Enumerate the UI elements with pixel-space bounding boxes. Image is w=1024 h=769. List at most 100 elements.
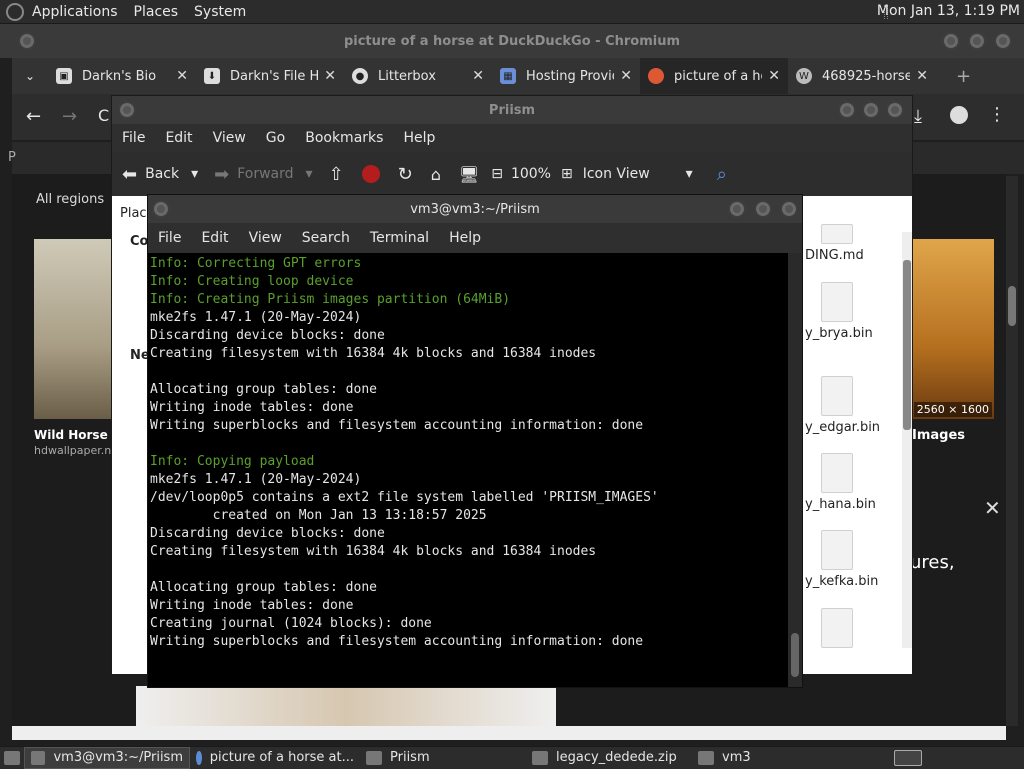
window-menu-icon[interactable]	[152, 200, 170, 218]
search-icon[interactable]: ⌕	[717, 164, 727, 185]
taskbar-item-chromium[interactable]: picture of a horse at...	[190, 747, 360, 769]
view-mode-select[interactable]: Icon View	[583, 166, 650, 182]
region-filter[interactable]: All regions	[36, 192, 104, 207]
stop-icon[interactable]	[361, 165, 380, 183]
file-item[interactable]: y_edgar.bin	[805, 376, 915, 435]
minimize-icon[interactable]	[838, 101, 856, 119]
reload-icon[interactable]: ↻	[398, 164, 413, 185]
maximize-icon[interactable]	[862, 101, 880, 119]
file-item[interactable]	[805, 608, 915, 652]
chromium-titlebar[interactable]: picture of a horse at DuckDuckGo - Chrom…	[0, 24, 1024, 58]
taskbar-item-terminal[interactable]: vm3@vm3:~/Priism	[24, 746, 190, 769]
tab-close-icon[interactable]: ✕	[324, 68, 336, 84]
tab-duckduckgo[interactable]: picture of a ho ✕	[640, 58, 788, 94]
system-menu[interactable]: System	[186, 4, 254, 20]
up-icon[interactable]: ⇧	[329, 164, 344, 185]
terminal-icon	[31, 750, 46, 765]
terminal-line: Writing inode tables: done	[150, 400, 354, 415]
computer-icon[interactable]: 🖥	[459, 165, 479, 184]
workspace-switcher[interactable]	[888, 747, 928, 769]
tab-list-chevron-icon[interactable]: ⌄	[12, 69, 48, 83]
panel-close-icon[interactable]: ✕	[984, 496, 1001, 520]
tab-horse-image[interactable]: W 468925-horse ✕	[788, 58, 936, 94]
page-horizontal-scrollbar[interactable]	[12, 726, 1006, 740]
menu-bookmarks[interactable]: Bookmarks	[295, 130, 393, 146]
folder-icon	[366, 750, 382, 765]
tab-close-icon[interactable]: ✕	[768, 68, 780, 84]
tab-close-icon[interactable]: ✕	[472, 68, 484, 84]
file-item[interactable]: DING.md	[805, 224, 915, 263]
menu-file[interactable]: File	[112, 130, 155, 146]
view-mode-chevron-icon[interactable]: ▾	[686, 166, 693, 182]
maximize-icon[interactable]	[754, 200, 772, 218]
tab-darkns-bio[interactable]: ▣ Darkn's Bio ✕	[48, 58, 196, 94]
clock[interactable]: Mon Jan 13, 1:19 PM	[877, 3, 1020, 19]
menu-search[interactable]: Search	[292, 230, 360, 246]
menu-file[interactable]: File	[148, 230, 191, 246]
terminal-line: Info: Copying payload	[150, 454, 315, 469]
zoom-in-icon[interactable]: ⊞	[561, 166, 573, 182]
terminal-menubar: File Edit View Search Terminal Help	[148, 223, 802, 253]
forward-arrow-icon[interactable]: →	[62, 106, 77, 127]
close-icon[interactable]	[994, 32, 1012, 50]
minimize-icon[interactable]	[728, 200, 746, 218]
tab-litterbox[interactable]: ● Litterbox ✕	[344, 58, 492, 94]
zoom-level[interactable]: 100%	[511, 166, 551, 182]
terminal-scrollbar[interactable]	[788, 253, 802, 687]
new-tab-button[interactable]: +	[956, 66, 971, 87]
close-icon[interactable]	[886, 101, 904, 119]
terminal-line: Writing inode tables: done	[150, 598, 354, 613]
back-arrow-icon[interactable]: ←	[26, 106, 41, 127]
tab-darkns-file-host[interactable]: ⬇ Darkn's File Ho ✕	[196, 58, 344, 94]
taskbar-item-priism[interactable]: Priism	[360, 747, 526, 769]
image-result-wild-horse[interactable]	[34, 239, 114, 419]
menu-help[interactable]: Help	[439, 230, 491, 246]
menu-edit[interactable]: Edit	[191, 230, 238, 246]
menu-kebab-icon[interactable]: ⋮	[988, 104, 1006, 125]
distro-logo-icon[interactable]	[6, 2, 24, 21]
forward-history-chevron-icon[interactable]: ▾	[306, 166, 313, 182]
terminal-line: Info: Correcting GPT errors	[150, 256, 362, 271]
taskbar-item-vm3[interactable]: vm3	[692, 747, 858, 769]
tab-hosting-provider[interactable]: ▦ Hosting Provid ✕	[492, 58, 640, 94]
file-item[interactable]: y_hana.bin	[805, 453, 915, 512]
file-item[interactable]: y_kefka.bin	[805, 530, 915, 589]
applications-menu[interactable]: Applications	[24, 4, 126, 20]
terminal-scrollbar-thumb[interactable]	[791, 633, 799, 677]
window-menu-icon[interactable]	[118, 101, 136, 119]
minimize-icon[interactable]	[942, 32, 960, 50]
places-menu[interactable]: Places	[126, 4, 187, 20]
terminal-titlebar[interactable]: vm3@vm3:~/Priism	[148, 195, 802, 223]
menu-go[interactable]: Go	[256, 130, 295, 146]
terminal-output[interactable]: Info: Correcting GPT errors Info: Creatin…	[148, 253, 788, 687]
menu-edit[interactable]: Edit	[155, 130, 202, 146]
reload-icon[interactable]: C	[98, 106, 109, 125]
taskbar-item-legacy-dedede[interactable]: legacy_dedede.zip	[526, 747, 692, 769]
close-icon[interactable]	[780, 200, 798, 218]
image-result-title-right[interactable]: Images	[912, 428, 965, 443]
tab-close-icon[interactable]: ✕	[176, 68, 188, 84]
forward-button[interactable]: ➡ Forward	[214, 164, 293, 185]
bookmark-fragment[interactable]: P	[8, 150, 16, 165]
priism-titlebar[interactable]: Priism	[112, 96, 912, 124]
tab-close-icon[interactable]: ✕	[916, 68, 928, 84]
terminal-line: created on Mon Jan 13 13:18:57 2025	[150, 508, 487, 523]
menu-view[interactable]: View	[203, 130, 256, 146]
page-vertical-scrollbar[interactable]	[1006, 176, 1018, 726]
maximize-icon[interactable]	[968, 32, 986, 50]
back-history-chevron-icon[interactable]: ▾	[191, 166, 198, 182]
window-menu-icon[interactable]	[18, 32, 36, 50]
show-desktop-icon[interactable]	[0, 747, 24, 769]
image-result-black-horse[interactable]: 2560 × 1600	[912, 239, 994, 419]
menu-terminal[interactable]: Terminal	[360, 230, 439, 246]
image-result-running-horses[interactable]	[136, 686, 556, 726]
downloads-icon[interactable]: ⤓	[914, 106, 922, 127]
terminal-line: mke2fs 1.47.1 (20-May-2024)	[150, 472, 362, 487]
menu-view[interactable]: View	[239, 230, 292, 246]
menu-help[interactable]: Help	[393, 130, 445, 146]
tab-close-icon[interactable]: ✕	[620, 68, 632, 84]
zoom-out-icon[interactable]: ⊟	[491, 166, 503, 182]
back-button[interactable]: ⬅ Back	[122, 164, 179, 185]
profile-avatar-icon[interactable]	[950, 106, 968, 124]
home-icon[interactable]: ⌂	[431, 165, 441, 184]
